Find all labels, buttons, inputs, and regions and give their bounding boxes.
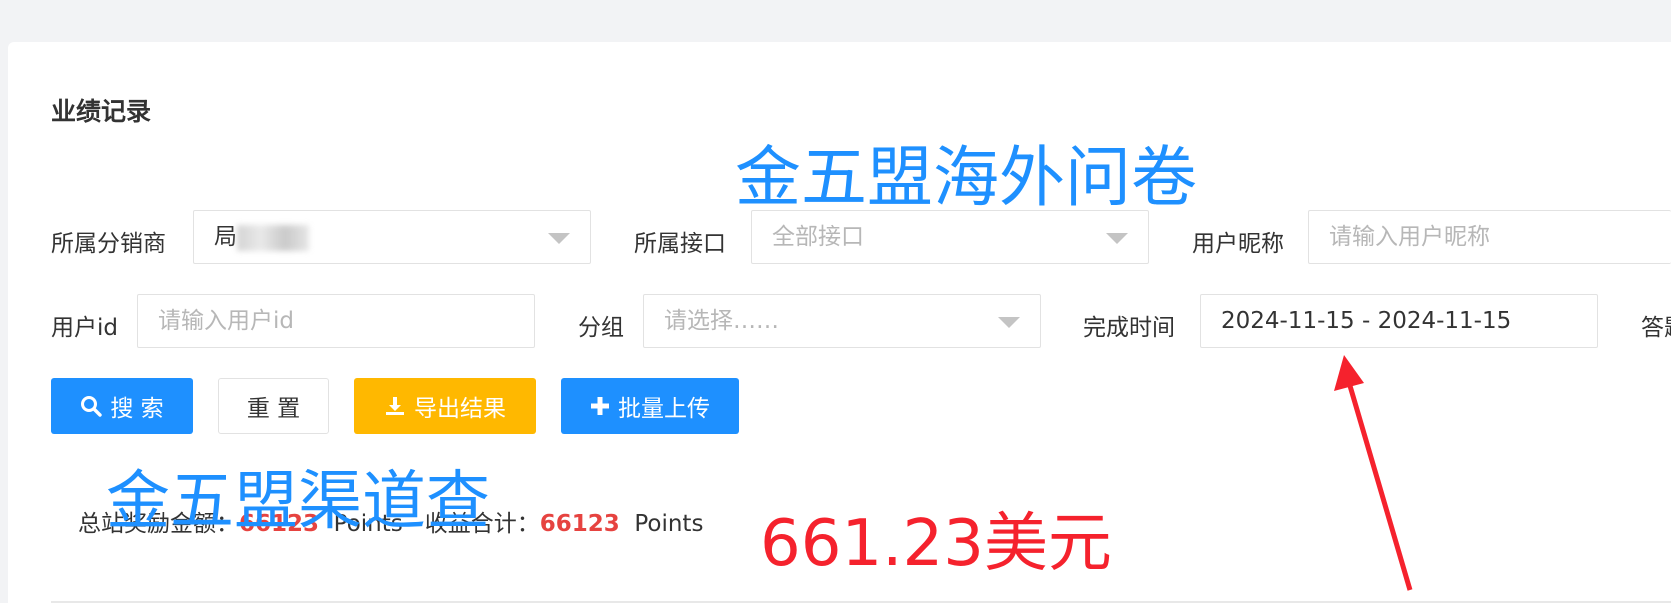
download-icon — [386, 397, 404, 415]
page-title: 业绩记录 — [51, 97, 152, 126]
export-button[interactable]: 导出结果 — [354, 378, 536, 434]
batch-upload-button[interactable]: 批量上传 — [561, 378, 739, 434]
nickname-input[interactable]: 请输入用户昵称 — [1308, 210, 1671, 264]
income-value: 66123 — [539, 511, 620, 537]
finish-time-label: 完成时间 — [1083, 315, 1175, 341]
interface-select[interactable]: 全部接口 — [751, 210, 1149, 264]
annotation-middle-text: 金五盟渠道查 — [106, 465, 490, 539]
nickname-label: 用户昵称 — [1192, 231, 1284, 257]
distributor-select[interactable]: 局 — [193, 210, 591, 264]
user-id-label: 用户id — [51, 315, 118, 341]
finish-time-value: 2024-11-15 - 2024-11-15 — [1221, 308, 1512, 334]
distributor-value-prefix: 局 — [214, 224, 237, 250]
nickname-placeholder: 请输入用户昵称 — [1329, 224, 1490, 250]
finish-time-range-input[interactable]: 2024-11-15 - 2024-11-15 — [1200, 294, 1598, 348]
distributor-label: 所属分销商 — [51, 231, 166, 257]
annotation-usd-text: 661.23美元 — [760, 507, 1112, 581]
answer-label: 答题 — [1641, 315, 1671, 341]
search-icon — [81, 396, 103, 417]
reset-button-label: 重 置 — [246, 396, 301, 422]
annotation-top-text: 金五盟海外问卷 — [735, 139, 1197, 216]
group-label: 分组 — [578, 315, 624, 341]
interface-label: 所属接口 — [634, 231, 726, 257]
redacted-value — [237, 224, 309, 251]
reset-button[interactable]: 重 置 — [218, 378, 329, 434]
plus-icon — [591, 397, 609, 415]
chevron-down-icon — [1106, 233, 1128, 244]
group-placeholder: 请选择…… — [664, 308, 779, 334]
batch-upload-button-label: 批量上传 — [618, 396, 710, 422]
search-button-label: 搜 索 — [110, 396, 164, 422]
income-unit: Points — [634, 511, 704, 537]
red-arrow-annotation — [1334, 355, 1413, 591]
interface-placeholder: 全部接口 — [772, 224, 864, 250]
chevron-down-icon — [998, 317, 1020, 328]
chevron-down-icon — [548, 233, 570, 244]
export-button-label: 导出结果 — [414, 396, 506, 422]
group-select[interactable]: 请选择…… — [643, 294, 1041, 348]
user-id-placeholder: 请输入用户id — [158, 308, 294, 334]
user-id-input[interactable]: 请输入用户id — [137, 294, 535, 348]
search-button[interactable]: 搜 索 — [51, 378, 193, 434]
